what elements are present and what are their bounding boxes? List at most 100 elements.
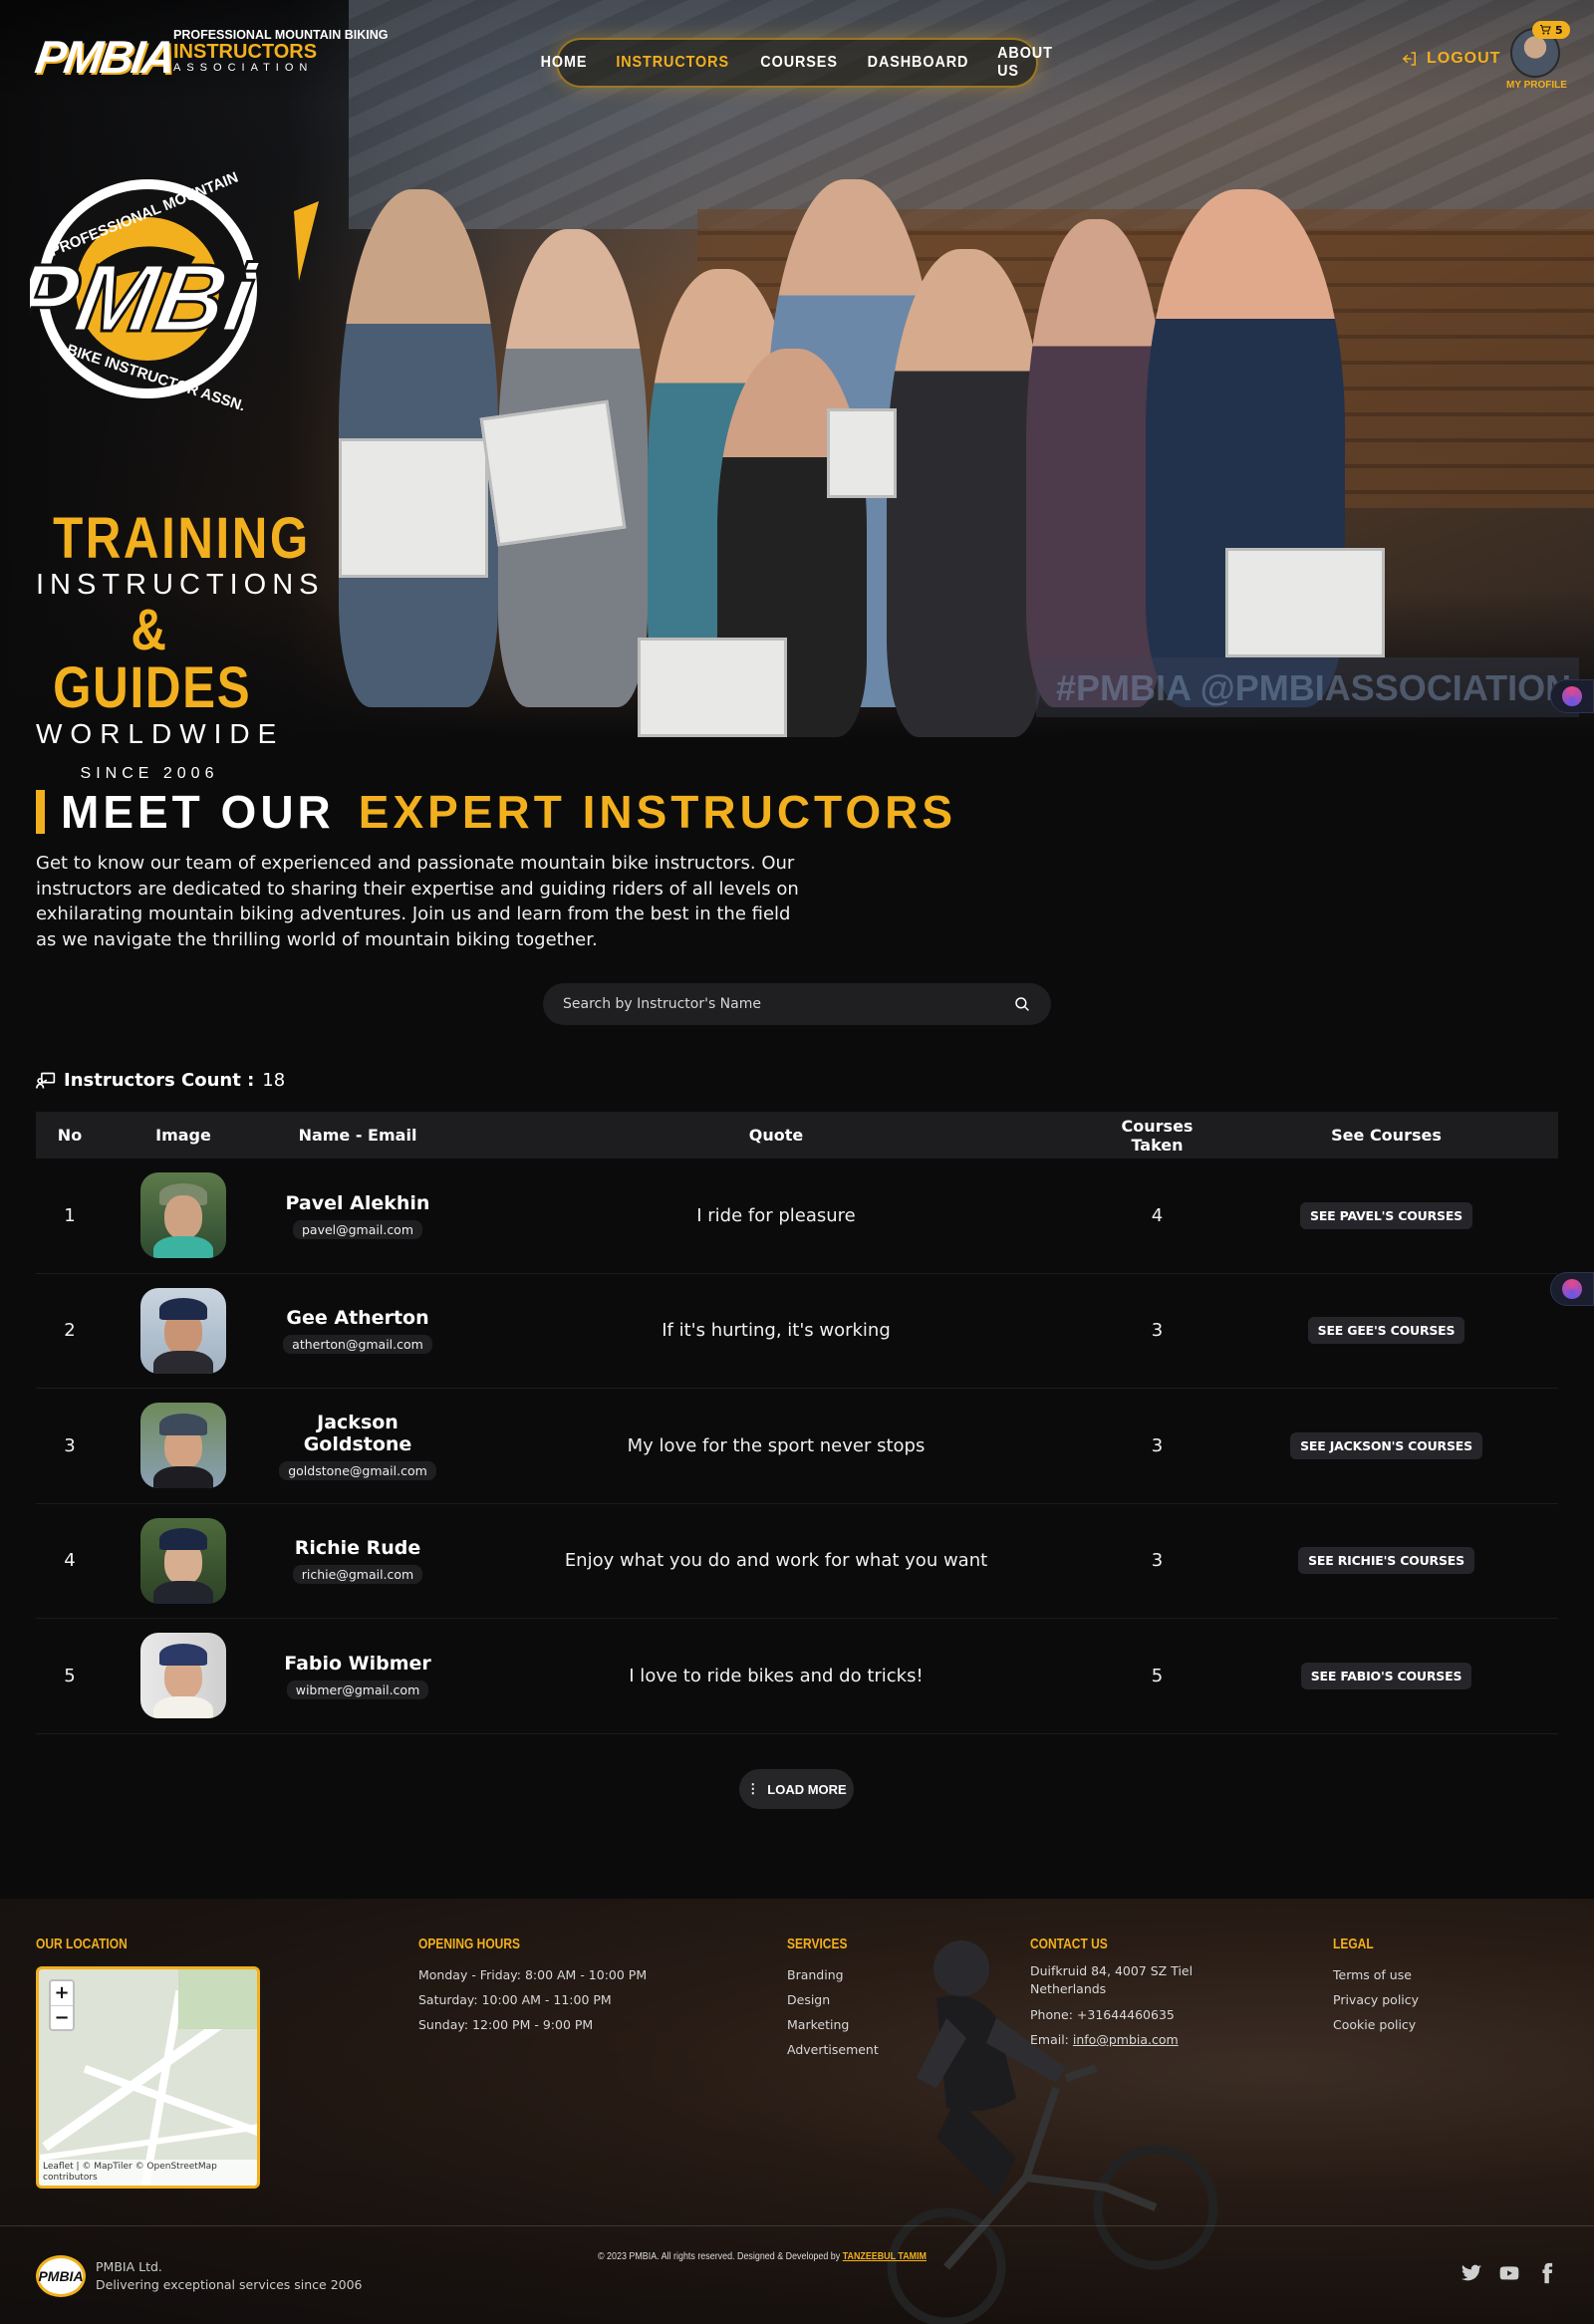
header-name-email: Name - Email xyxy=(298,1126,417,1145)
map-zoom-controls: + − xyxy=(49,1979,75,2031)
legal-privacy[interactable]: Privacy policy xyxy=(1333,1987,1419,2012)
service-branding[interactable]: Branding xyxy=(787,1962,879,1987)
table-row: 5 Fabio Wibmer wibmer@gmail.com I love t… xyxy=(36,1619,1558,1734)
instructor-name: Jackson Goldstone xyxy=(303,1411,412,1455)
facebook-icon[interactable] xyxy=(1536,2262,1558,2284)
courses-taken: 5 xyxy=(1151,1665,1164,1686)
pmbi-badge-logo: PMBi PROFESSIONAL MOUNTAIN BIKE INSTRUCT… xyxy=(30,171,319,410)
courses-taken: 3 xyxy=(1151,1434,1164,1456)
brain-icon xyxy=(1562,1279,1582,1299)
instructor-photo xyxy=(140,1517,226,1604)
instructor-email: richie@gmail.com xyxy=(292,1565,423,1585)
vertical-dots-icon: ⋮ xyxy=(746,1781,760,1796)
header-courses-taken: Courses Taken xyxy=(1121,1116,1194,1155)
service-advertisement[interactable]: Advertisement xyxy=(787,2037,879,2062)
hours-weekdays: Monday - Friday: 8:00 AM - 10:00 PM xyxy=(418,1967,648,1982)
floating-assistant-button[interactable] xyxy=(1550,679,1594,713)
contact-phone: Phone: +31644460635 xyxy=(1030,2007,1175,2022)
map-attribution: Leaflet | © MapTiler © OpenStreetMap con… xyxy=(39,2160,257,2186)
cart-badge[interactable]: 5 xyxy=(1532,21,1570,39)
search-input[interactable] xyxy=(563,996,1013,1012)
zoom-out-button[interactable]: − xyxy=(51,2005,73,2029)
table-row: 2 Gee Atherton atherton@gmail.com If it'… xyxy=(36,1274,1558,1389)
header-no: No xyxy=(57,1126,83,1145)
footer-logo[interactable]: PMBIA xyxy=(36,2255,86,2297)
footer-divider xyxy=(0,2225,1594,2226)
footer-contact: CONTACT US Duifkruid 84, 4007 SZ Tiel Ne… xyxy=(1030,1937,1199,2052)
instructors-table: No Image Name - Email Quote Courses Take… xyxy=(36,1112,1558,1734)
instructor-name: Fabio Wibmer xyxy=(284,1652,431,1675)
nav-instructors[interactable]: INSTRUCTORS xyxy=(617,54,730,72)
title-white: MEET OUR xyxy=(61,786,335,838)
header-quote: Quote xyxy=(748,1126,804,1145)
title-accent-bar xyxy=(36,790,45,834)
legal-cookie[interactable]: Cookie policy xyxy=(1333,2012,1419,2037)
tagline-since: SINCE 2006 xyxy=(80,765,219,782)
see-courses-button[interactable]: SEE RICHIE'S COURSES xyxy=(1298,1547,1474,1575)
main-nav: HOME INSTRUCTORS COURSES DASHBOARD ABOUT… xyxy=(541,38,1052,88)
instructor-photo xyxy=(140,1403,226,1489)
contact-address: Duifkruid 84, 4007 SZ Tiel Netherlands xyxy=(1030,1963,1194,1996)
instructor-quote: My love for the sport never stops xyxy=(627,1434,926,1456)
see-courses-button[interactable]: SEE JACKSON'S COURSES xyxy=(1290,1431,1482,1459)
load-more-button[interactable]: ⋮ LOAD MORE xyxy=(739,1769,854,1809)
nav-about-us[interactable]: ABOUT US xyxy=(997,45,1053,81)
row-number: 2 xyxy=(64,1320,76,1342)
logo-line-1: PROFESSIONAL MOUNTAIN BIKING xyxy=(173,28,389,42)
contact-title: CONTACT US xyxy=(1030,1936,1108,1952)
cart-count: 5 xyxy=(1555,23,1563,37)
instructor-quote: Enjoy what you do and work for what you … xyxy=(564,1550,988,1572)
footer-hours: OPENING HOURS Monday - Friday: 8:00 AM -… xyxy=(418,1937,647,2037)
site-logo[interactable]: PMBIA PROFESSIONAL MOUNTAIN BIKING INSTR… xyxy=(32,28,404,98)
nav-dashboard[interactable]: DASHBOARD xyxy=(867,54,968,72)
legal-title: LEGAL xyxy=(1333,1936,1374,1952)
row-number: 1 xyxy=(64,1204,76,1226)
logout-label: LOGOUT xyxy=(1427,50,1501,67)
footer-services: SERVICES Branding Design Marketing Adver… xyxy=(787,1937,879,2062)
table-header: No Image Name - Email Quote Courses Take… xyxy=(36,1112,1558,1159)
instructor-photo xyxy=(140,1633,226,1719)
instructor-search xyxy=(543,983,1051,1025)
social-links xyxy=(1461,2262,1558,2284)
courses-taken: 3 xyxy=(1151,1320,1164,1342)
hero-watermark: #PMBIA @PMBIASSOCIATION xyxy=(1036,657,1579,717)
instructor-email: goldstone@gmail.com xyxy=(279,1460,436,1480)
logo-mark: PMBIA xyxy=(32,31,177,83)
nav-home[interactable]: HOME xyxy=(541,54,588,72)
search-icon[interactable] xyxy=(1013,995,1031,1013)
zoom-in-button[interactable]: + xyxy=(51,1981,73,2005)
company-tagline: Delivering exceptional services since 20… xyxy=(96,2277,363,2292)
service-design[interactable]: Design xyxy=(787,1987,879,2012)
footer-brand: PMBIA PMBIA Ltd. Delivering exceptional … xyxy=(36,2255,363,2297)
footer-location: OUR LOCATION xyxy=(36,1937,150,1962)
legal-terms[interactable]: Terms of use xyxy=(1333,1962,1419,1987)
see-courses-button[interactable]: SEE FABIO'S COURSES xyxy=(1300,1662,1472,1689)
twitter-icon[interactable] xyxy=(1461,2262,1482,2284)
logo-line-3: ASSOCIATION xyxy=(173,62,314,74)
developer-link[interactable]: TANZEEBUL TAMIM xyxy=(843,2250,927,2262)
load-more-label: LOAD MORE xyxy=(767,1781,847,1797)
table-row: 4 Richie Rude richie@gmail.com Enjoy wha… xyxy=(36,1504,1558,1619)
see-courses-button[interactable]: SEE GEE'S COURSES xyxy=(1307,1317,1465,1345)
instructor-email: pavel@gmail.com xyxy=(292,1219,423,1239)
site-footer: OUR LOCATION + − Leaflet | © MapTiler © … xyxy=(0,1899,1594,2324)
logo-line-2: INSTRUCTORS xyxy=(173,41,318,63)
tagline-guides: & GUIDES xyxy=(53,598,252,720)
count-value: 18 xyxy=(262,1070,286,1091)
tagline-instructions: INSTRUCTIONS xyxy=(36,569,325,601)
hero-tagline: TRAINING INSTRUCTIONS & GUIDES WORLDWIDE… xyxy=(36,510,325,783)
nav-courses[interactable]: COURSES xyxy=(760,54,838,72)
instructor-photo xyxy=(140,1287,226,1374)
contact-email-link[interactable]: info@pmbia.com xyxy=(1073,2032,1179,2047)
header-image: Image xyxy=(155,1126,211,1145)
service-marketing[interactable]: Marketing xyxy=(787,2012,879,2037)
hours-sunday: Sunday: 12:00 PM - 9:00 PM xyxy=(418,2017,594,2032)
youtube-icon[interactable] xyxy=(1498,2262,1520,2284)
logout-button[interactable]: LOGOUT xyxy=(1401,50,1500,68)
see-courses-button[interactable]: SEE PAVEL'S COURSES xyxy=(1300,1201,1472,1229)
hours-title: OPENING HOURS xyxy=(418,1936,521,1952)
copyright-text: © 2023 PMBIA. All rights reserved. Desig… xyxy=(598,2250,841,2262)
location-map[interactable]: + − Leaflet | © MapTiler © OpenStreetMap… xyxy=(36,1966,260,2189)
table-row: 3 Jackson Goldstone goldstone@gmail.com … xyxy=(36,1389,1558,1504)
title-yellow: EXPERT INSTRUCTORS xyxy=(358,786,956,838)
